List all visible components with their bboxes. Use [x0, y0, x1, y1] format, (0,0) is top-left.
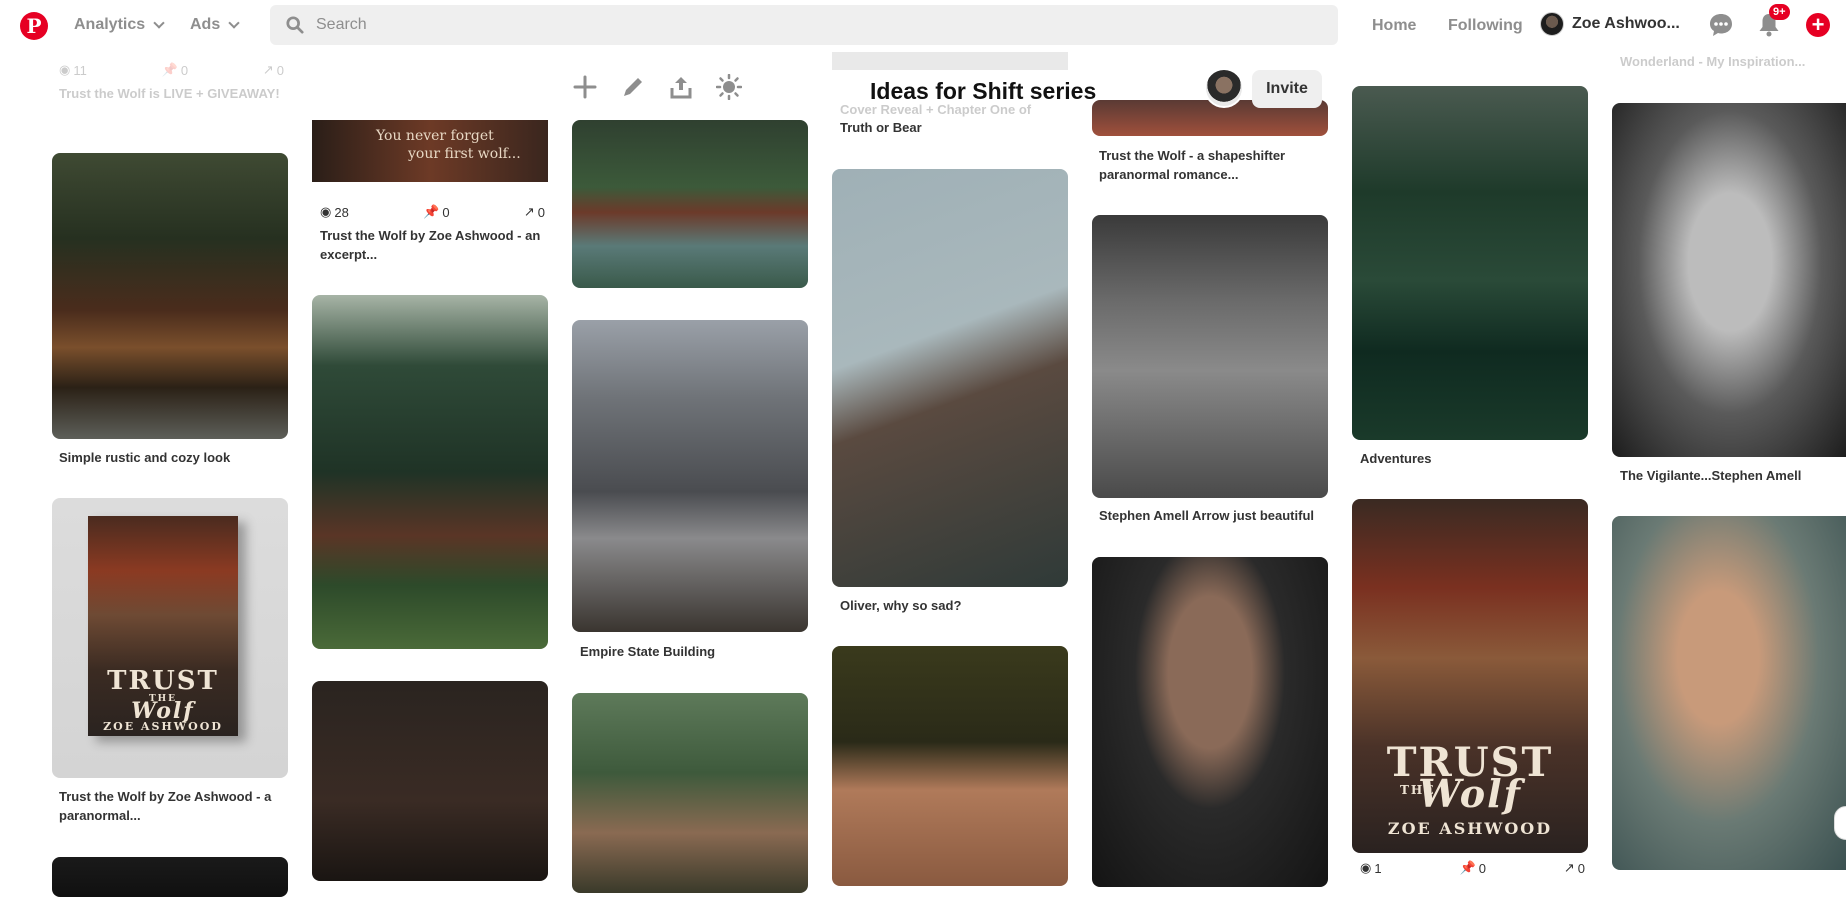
pin-caption[interactable]: Trust the Wolf by Zoe Ashwood - a parano… — [59, 787, 284, 825]
pin-image-lake-cabin[interactable] — [1352, 86, 1588, 440]
pin-caption[interactable]: The Vigilante...Stephen Amell — [1620, 466, 1845, 485]
pinterest-logo-icon[interactable]: P — [20, 12, 48, 40]
share-icon[interactable] — [668, 74, 694, 100]
pin-stats: ◉ 1 📌 0 ↗ 0 — [1360, 860, 1585, 876]
pin-caption[interactable]: Simple rustic and cozy look — [59, 448, 284, 467]
pin-caption[interactable]: Wonderland - My Inspiration... — [1620, 52, 1845, 71]
sun-icon[interactable] — [716, 74, 742, 100]
pin-image-bw-portrait[interactable] — [1092, 215, 1328, 498]
analytics-label: Analytics — [74, 16, 146, 33]
board-toolbar — [572, 74, 742, 100]
pin-image-portrait[interactable] — [832, 646, 1068, 886]
clicks-stat: ↗ 0 — [262, 62, 284, 78]
pin-image-portrait[interactable] — [312, 681, 548, 881]
ads-dropdown[interactable]: Ads — [190, 16, 240, 34]
chevron-down-icon — [153, 17, 165, 29]
pin-image-city-street[interactable] — [572, 320, 808, 632]
board-title: Ideas for Shift series — [870, 78, 1097, 104]
home-link[interactable]: Home — [1372, 17, 1416, 35]
avatar — [1540, 12, 1564, 36]
search-bar[interactable] — [270, 5, 1338, 45]
pin-caption[interactable]: Empire State Building — [580, 642, 805, 661]
pin-image[interactable] — [52, 857, 288, 897]
user-name: Zoe Ashwoo... — [1572, 15, 1680, 32]
pin-image-portrait[interactable] — [1612, 516, 1846, 870]
saves-stat: 📌 0 — [1459, 860, 1486, 876]
collaborator-avatar[interactable] — [1204, 68, 1244, 108]
pin-stats: ◉ 28 📌 0 ↗ 0 — [320, 204, 545, 220]
top-nav-bar: P Analytics Ads Home Following Zoe Ashwo… — [0, 0, 1846, 52]
pin-image-profile-portrait[interactable] — [832, 169, 1068, 587]
saves-stat: 📌 0 — [423, 204, 450, 220]
scroll-to-top-handle[interactable] — [1834, 806, 1846, 840]
clicks-stat: ↗ 0 — [1563, 860, 1585, 876]
ads-label: Ads — [190, 16, 221, 33]
user-profile-link[interactable]: Zoe Ashwoo... — [1540, 12, 1680, 36]
pin-image-book-cover[interactable]: TRUST THE Wolf ZOE ASHWOOD — [52, 498, 288, 778]
pin-caption[interactable]: Adventures — [1360, 449, 1585, 468]
pin-image-banner[interactable]: You never forget your first wolf... — [312, 120, 548, 182]
pin-image-book-cover[interactable]: TRUST THE Wolf ZOE ASHWOOD — [1352, 499, 1588, 853]
create-button[interactable]: + — [1806, 13, 1830, 37]
notification-badge: 9+ — [1769, 4, 1790, 20]
pin-image-river-cabin[interactable] — [572, 120, 808, 288]
analytics-dropdown[interactable]: Analytics — [74, 16, 165, 34]
pin-caption[interactable]: Truth or Bear — [840, 118, 1065, 137]
following-link[interactable]: Following — [1448, 17, 1523, 35]
views-stat: ◉ 28 — [320, 204, 349, 220]
pin-image-forest-cabin[interactable] — [312, 295, 548, 649]
pin-image-cabin[interactable] — [52, 153, 288, 439]
views-stat: ◉ 11 — [59, 62, 87, 78]
book-cover: TRUST THE Wolf ZOE ASHWOOD — [88, 516, 238, 736]
saves-stat: 📌 0 — [161, 62, 189, 78]
pin-image-suit-portrait[interactable] — [1092, 557, 1328, 887]
search-input[interactable] — [270, 5, 1338, 45]
pin-caption[interactable]: Oliver, why so sad? — [840, 596, 1065, 615]
pin-image-bw-portrait[interactable] — [1612, 103, 1846, 457]
search-icon — [286, 16, 304, 34]
pin-caption[interactable]: Trust the Wolf by Zoe Ashwood - an excer… — [320, 226, 545, 264]
pin-caption[interactable]: Trust the Wolf - a shapeshifter paranorm… — [1099, 146, 1324, 184]
pin-image[interactable] — [832, 52, 1068, 70]
add-icon[interactable] — [572, 74, 598, 100]
pin-stats: ◉ 11 📌 0 ↗ 0 — [59, 62, 284, 78]
pin-caption[interactable]: Stephen Amell Arrow just beautiful — [1099, 506, 1324, 525]
views-stat: ◉ 1 — [1360, 860, 1382, 876]
invite-button[interactable]: Invite — [1252, 70, 1322, 108]
pencil-icon[interactable] — [620, 74, 646, 100]
clicks-stat: ↗ 0 — [523, 204, 545, 220]
pin-caption[interactable]: Trust the Wolf is LIVE + GIVEAWAY! — [59, 84, 284, 103]
pin-image-wolf-man[interactable] — [572, 693, 808, 893]
chevron-down-icon — [228, 17, 240, 29]
messages-icon[interactable] — [1708, 12, 1734, 38]
